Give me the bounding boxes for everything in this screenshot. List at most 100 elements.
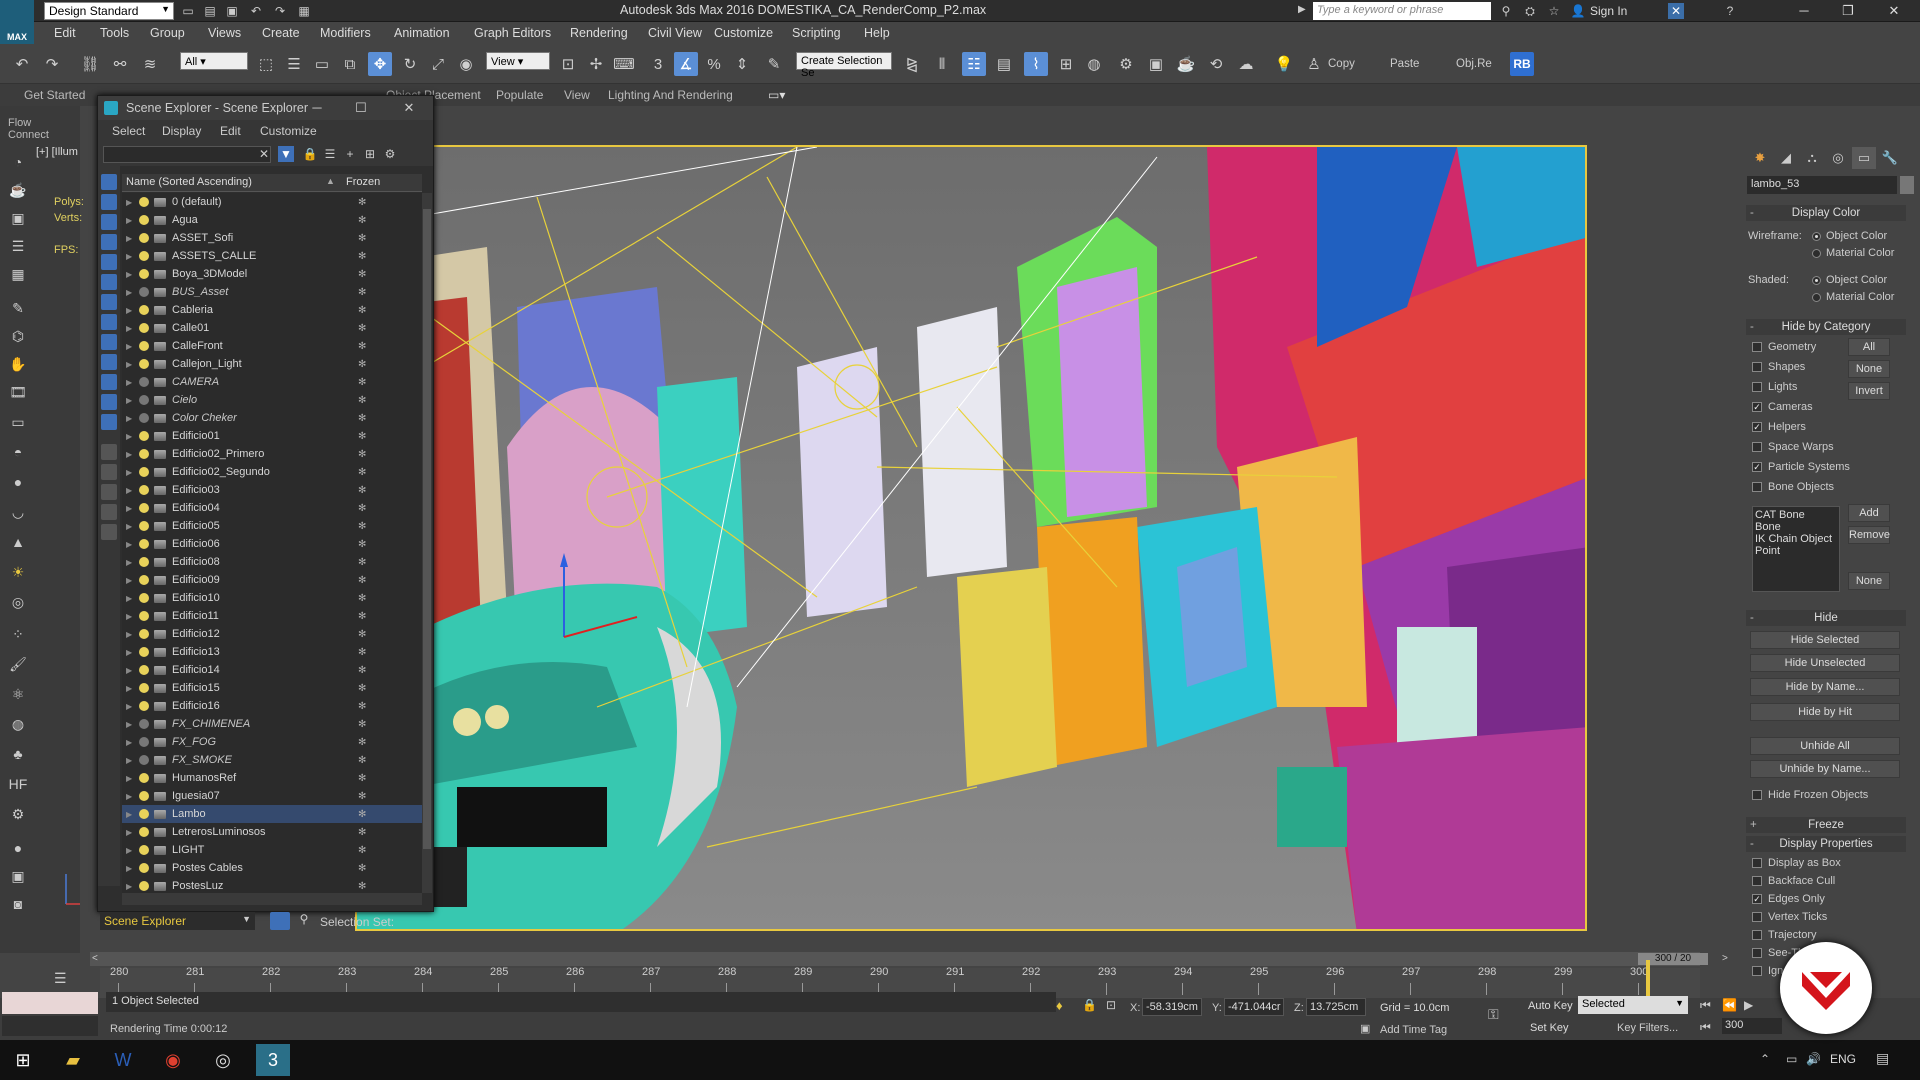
- visibility-bulb-icon[interactable]: [139, 305, 149, 315]
- project-folder-icon[interactable]: ▦: [296, 3, 312, 19]
- se-menu-select[interactable]: Select: [112, 124, 145, 138]
- layer-row[interactable]: ▶ Callejon_Light ✻: [122, 355, 422, 373]
- freeze-toggle-icon[interactable]: ✻: [358, 305, 366, 316]
- isolate-icon[interactable]: ♦: [1056, 998, 1063, 1013]
- layer-row[interactable]: ▶ Edificio04 ✻: [122, 499, 422, 517]
- hide-by-name-button[interactable]: Hide by Name...: [1750, 678, 1900, 696]
- viewport-perspective[interactable]: [355, 145, 1587, 931]
- windows-start-icon[interactable]: ⊞: [6, 1044, 40, 1076]
- category-checkbox[interactable]: [1752, 362, 1762, 372]
- layer-explorer-icon[interactable]: ☷: [962, 52, 986, 76]
- expand-arrow-icon[interactable]: ▶: [126, 684, 136, 693]
- sphere-icon[interactable]: ●: [6, 470, 30, 494]
- current-frame-field[interactable]: 300: [1722, 1018, 1782, 1034]
- visibility-bulb-icon[interactable]: [139, 431, 149, 441]
- shaded-material-color-radio[interactable]: [1812, 293, 1821, 302]
- layer-row[interactable]: ▶ LetrerosLuminosos ✻: [122, 823, 422, 841]
- light-lister-icon[interactable]: 💡: [1272, 52, 1296, 76]
- visibility-bulb-icon[interactable]: [139, 503, 149, 513]
- rb-script-button[interactable]: RB: [1510, 52, 1534, 76]
- select-manipulate-icon[interactable]: ✢: [584, 52, 608, 76]
- save-file-icon[interactable]: ▣: [224, 3, 240, 19]
- se-close-button[interactable]: ✕: [388, 96, 430, 120]
- tube-icon[interactable]: ⌬: [6, 324, 30, 348]
- category-all-button[interactable]: All: [1848, 338, 1890, 356]
- snaps-toggle-icon[interactable]: 3: [646, 52, 670, 76]
- expand-arrow-icon[interactable]: ▶: [126, 324, 136, 333]
- layer-row[interactable]: ▶ Postes Cables ✻: [122, 859, 422, 877]
- tab-lighting-rendering[interactable]: Lighting And Rendering: [608, 88, 733, 102]
- expand-arrow-icon[interactable]: ▶: [126, 342, 136, 351]
- layer-row[interactable]: ▶ HumanosRef ✻: [122, 769, 422, 787]
- expand-arrow-icon[interactable]: ▶: [126, 846, 136, 855]
- visibility-bulb-icon[interactable]: [139, 863, 149, 873]
- expand-arrow-icon[interactable]: ▶: [126, 630, 136, 639]
- layer-row[interactable]: ▶ CalleFront ✻: [122, 337, 422, 355]
- category-list-item[interactable]: IK Chain Object: [1755, 533, 1837, 545]
- hide-rollout[interactable]: - Hide: [1746, 610, 1906, 626]
- freeze-toggle-icon[interactable]: ✻: [358, 863, 366, 874]
- wireframe-material-color-radio[interactable]: [1812, 249, 1821, 258]
- freeze-toggle-icon[interactable]: ✻: [358, 215, 366, 226]
- render-production-icon[interactable]: ☕: [1174, 52, 1198, 76]
- freeze-toggle-icon[interactable]: ✻: [358, 521, 366, 532]
- render-setup-icon[interactable]: ⚙: [1114, 52, 1138, 76]
- chrome-icon[interactable]: ◉: [156, 1044, 190, 1076]
- visibility-bulb-icon[interactable]: [139, 413, 149, 423]
- sort-ascending-icon[interactable]: ▲: [326, 176, 335, 186]
- display-bones-icon[interactable]: [101, 354, 117, 370]
- volume-icon[interactable]: 🔊: [1806, 1052, 1821, 1066]
- auto-key-button[interactable]: Auto Key: [1528, 1000, 1573, 1012]
- app-logo[interactable]: MAX: [0, 0, 34, 44]
- time-tag-icon[interactable]: ▣: [1360, 1022, 1370, 1035]
- tab-get-started[interactable]: Get Started: [24, 88, 85, 102]
- undo-icon[interactable]: ↶: [10, 52, 34, 76]
- column-frozen-header[interactable]: Frozen: [346, 176, 380, 188]
- category-remove-button[interactable]: Remove: [1848, 526, 1890, 544]
- sun-icon[interactable]: ☀: [6, 560, 30, 584]
- expand-arrow-icon[interactable]: ▶: [126, 810, 136, 819]
- wireframe-object-color-radio[interactable]: [1812, 232, 1821, 241]
- category-checkbox[interactable]: [1752, 382, 1762, 392]
- new-layer-icon[interactable]: ☰: [322, 146, 338, 162]
- layer-row[interactable]: ▶ Edificio11 ✻: [122, 607, 422, 625]
- expand-arrow-icon[interactable]: ▶: [126, 864, 136, 873]
- restore-button[interactable]: ❐: [1826, 0, 1870, 22]
- layer-row[interactable]: ▶ Edificio13 ✻: [122, 643, 422, 661]
- object-name-field[interactable]: lambo_53: [1747, 176, 1897, 194]
- undo-icon[interactable]: ↶: [248, 3, 264, 19]
- select-by-name-icon[interactable]: ☰: [282, 52, 306, 76]
- freeze-toggle-icon[interactable]: ✻: [358, 269, 366, 280]
- expand-arrow-icon[interactable]: ▶: [126, 828, 136, 837]
- toggle-ribbon-icon[interactable]: ▤: [992, 52, 1016, 76]
- create-tab-icon[interactable]: ✸: [1748, 147, 1772, 169]
- layer-row[interactable]: ▶ ASSETS_CALLE ✻: [122, 247, 422, 265]
- visibility-bulb-icon[interactable]: [139, 233, 149, 243]
- display-tab-icon[interactable]: ▭: [1852, 147, 1876, 169]
- screen-icon[interactable]: ▭: [6, 410, 30, 434]
- rendered-frame-window-icon[interactable]: ▣: [1144, 52, 1168, 76]
- freeze-toggle-icon[interactable]: ✻: [358, 413, 366, 424]
- time-slider-track[interactable]: [90, 952, 1700, 966]
- search-input[interactable]: Type a keyword or phrase: [1313, 2, 1491, 20]
- set-key-button[interactable]: Set Key: [1530, 1022, 1569, 1034]
- layer-row[interactable]: ▶ Edificio05 ✻: [122, 517, 422, 535]
- tab-populate[interactable]: Populate: [496, 88, 543, 102]
- layer-row[interactable]: ▶ Edificio10 ✻: [122, 589, 422, 607]
- freeze-toggle-icon[interactable]: ✻: [358, 845, 366, 856]
- category-list-item[interactable]: Bone: [1755, 521, 1837, 533]
- key-filters-button[interactable]: Key Filters...: [1617, 1022, 1678, 1034]
- cone-icon[interactable]: ▲: [6, 530, 30, 554]
- copy-button[interactable]: Copy: [1328, 58, 1355, 70]
- brush-icon[interactable]: 🖌: [6, 652, 30, 676]
- scene-explorer-titlebar[interactable]: Scene Explorer - Scene Explorer ─ ☐ ✕: [98, 96, 433, 120]
- se-menu-edit[interactable]: Edit: [220, 124, 241, 138]
- funnel-icon[interactable]: [101, 504, 117, 520]
- keyboard-shortcut-toggle-icon[interactable]: ⌨: [612, 52, 636, 76]
- freeze-toggle-icon[interactable]: ✻: [358, 827, 366, 838]
- expand-arrow-icon[interactable]: ▶: [126, 432, 136, 441]
- display-invert-icon[interactable]: [101, 464, 117, 480]
- layer-row[interactable]: ▶ Agua ✻: [122, 211, 422, 229]
- hide-unselected-button[interactable]: Hide Unselected: [1750, 654, 1900, 672]
- utilities-tab-icon[interactable]: 🔧: [1878, 147, 1902, 169]
